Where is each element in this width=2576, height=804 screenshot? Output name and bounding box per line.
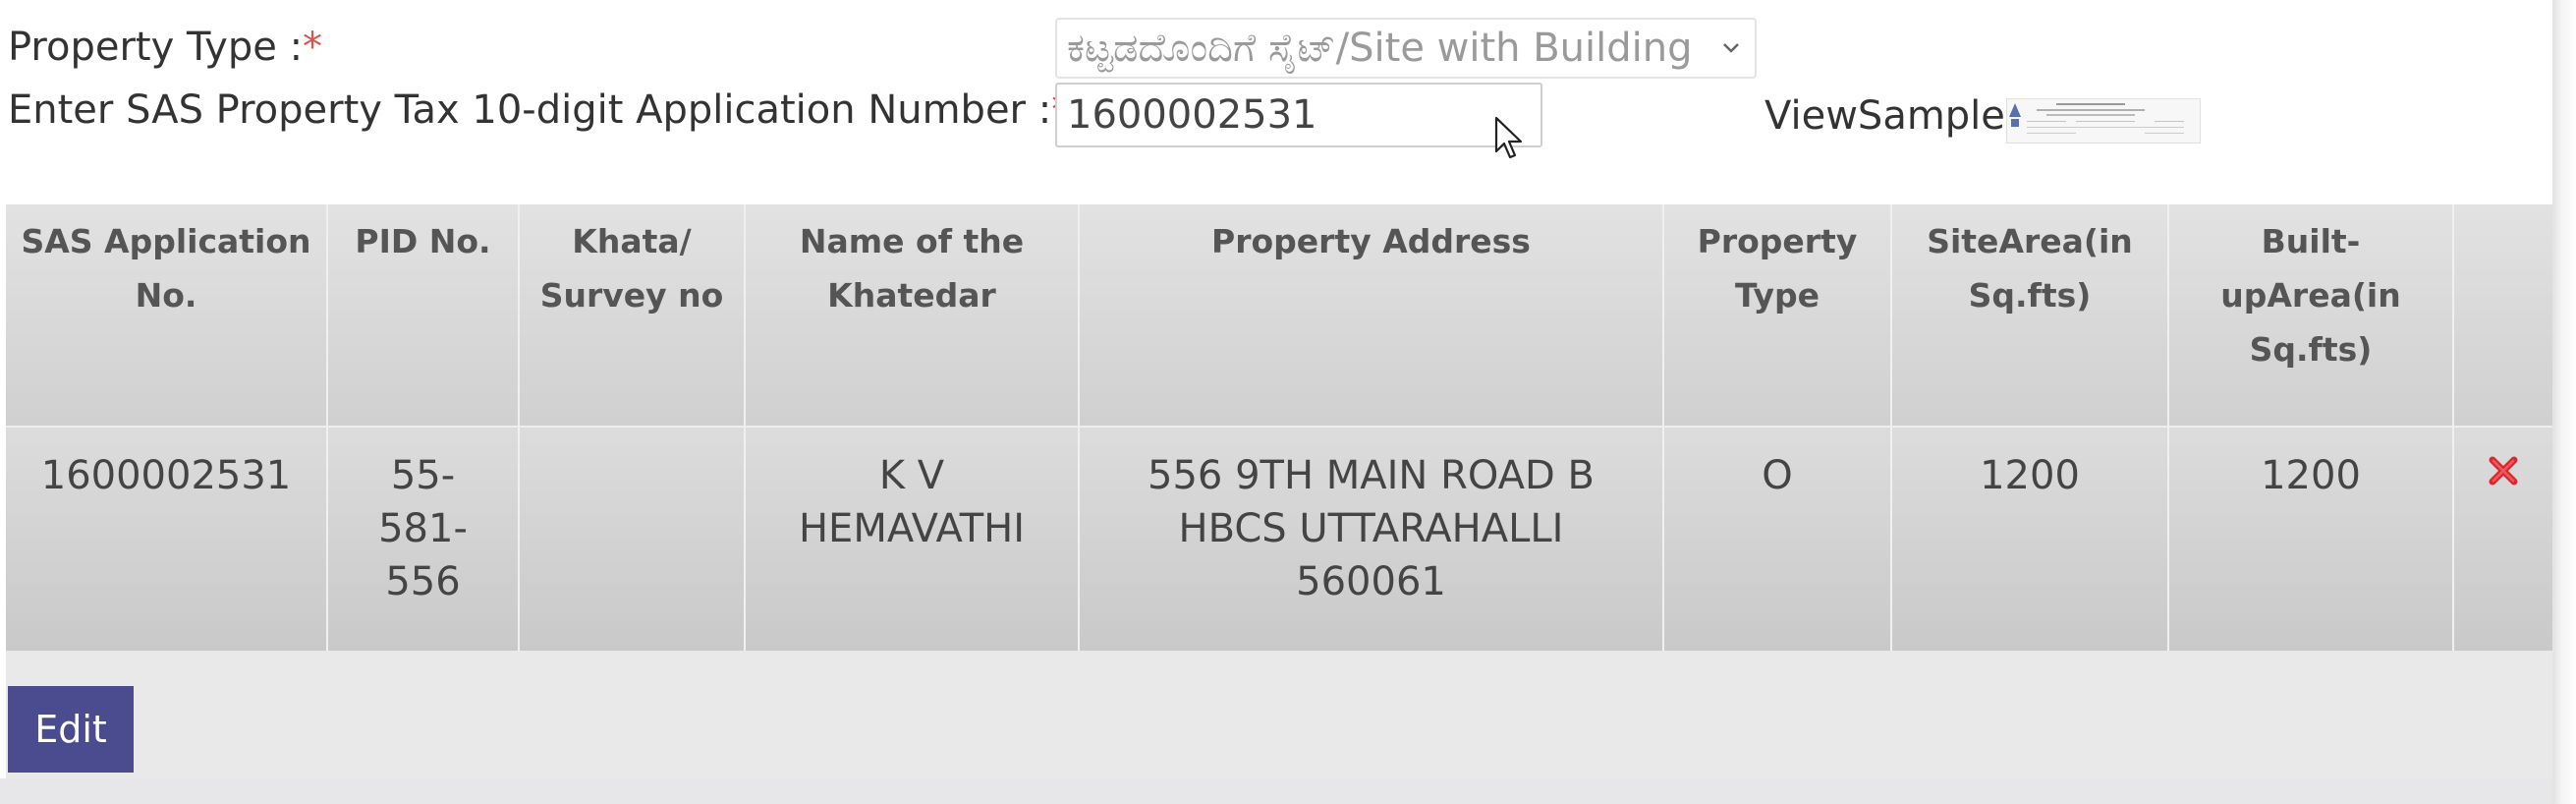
view-sample-link[interactable]: ViewSample <box>1764 96 2005 136</box>
right-edge-shadow <box>2552 0 2576 804</box>
bottom-divider <box>0 778 2576 804</box>
header-sas-application-no: SAS Application No. <box>6 204 328 427</box>
header-khatedar-name: Name of the Khatedar <box>745 204 1080 427</box>
cell-site-area: 1200 <box>1891 426 2169 651</box>
property-type-label-text: Property Type : <box>8 25 304 70</box>
header-pid-no: PID No. <box>327 204 520 427</box>
cell-builtup-area: 1200 <box>2168 426 2454 651</box>
cell-property-type: O <box>1663 426 1892 651</box>
delete-x-icon[interactable] <box>2486 453 2521 488</box>
app-number-label-text: Enter SAS Property Tax 10-digit Applicat… <box>8 87 1052 133</box>
header-builtup-area: Built-upArea(in Sq.fts) <box>2168 204 2454 427</box>
property-type-select[interactable]: ಕಟ್ಟಡದೊಂದಿಗೆ ಸೈಟ್/Site with Building <box>1055 18 1757 79</box>
header-khata-survey-no: Khata/ Survey no <box>519 204 746 427</box>
cell-property-address: 556 9TH MAIN ROAD B HBCS UTTARAHALLI 560… <box>1079 426 1664 651</box>
property-type-selected-value: ಕಟ್ಟಡದೊಂದಿಗೆ ಸೈಟ್/Site with Building <box>1067 26 1693 71</box>
property-type-label: Property Type :* <box>8 28 322 67</box>
cell-khatedar-name: K V HEMAVATHI <box>745 426 1080 651</box>
cell-khata-survey-no <box>519 426 746 651</box>
property-table-container: SAS Application No. PID No. Khata/ Surve… <box>6 204 2552 778</box>
app-number-input[interactable] <box>1055 83 1542 147</box>
header-property-type: Property Type <box>1663 204 1892 427</box>
required-mark: * <box>303 25 323 70</box>
header-site-area: SiteArea(in Sq.fts) <box>1891 204 2169 427</box>
header-property-address: Property Address <box>1079 204 1664 427</box>
edit-button[interactable]: Edit <box>8 686 134 773</box>
cell-pid-no: 55-581-556 <box>327 426 520 651</box>
sample-document-icon <box>2009 103 2184 134</box>
page: Property Type :* ಕಟ್ಟಡದೊಂದಿಗೆ ಸೈಟ್/Site … <box>0 0 2576 804</box>
app-number-label: Enter SAS Property Tax 10-digit Applicat… <box>8 90 1071 130</box>
table-row: 1600002531 55-581-556 K V HEMAVATHI 556 … <box>6 426 2552 651</box>
table-header-row: SAS Application No. PID No. Khata/ Surve… <box>6 204 2552 427</box>
chevron-down-icon <box>1723 43 1739 53</box>
sample-thumbnail-image[interactable] <box>2006 98 2201 144</box>
cell-action <box>2453 426 2552 651</box>
header-action <box>2453 204 2552 427</box>
mouse-pointer-icon <box>1494 116 1523 159</box>
cell-sas-application-no: 1600002531 <box>6 426 328 651</box>
property-table: SAS Application No. PID No. Khata/ Surve… <box>6 204 2552 651</box>
